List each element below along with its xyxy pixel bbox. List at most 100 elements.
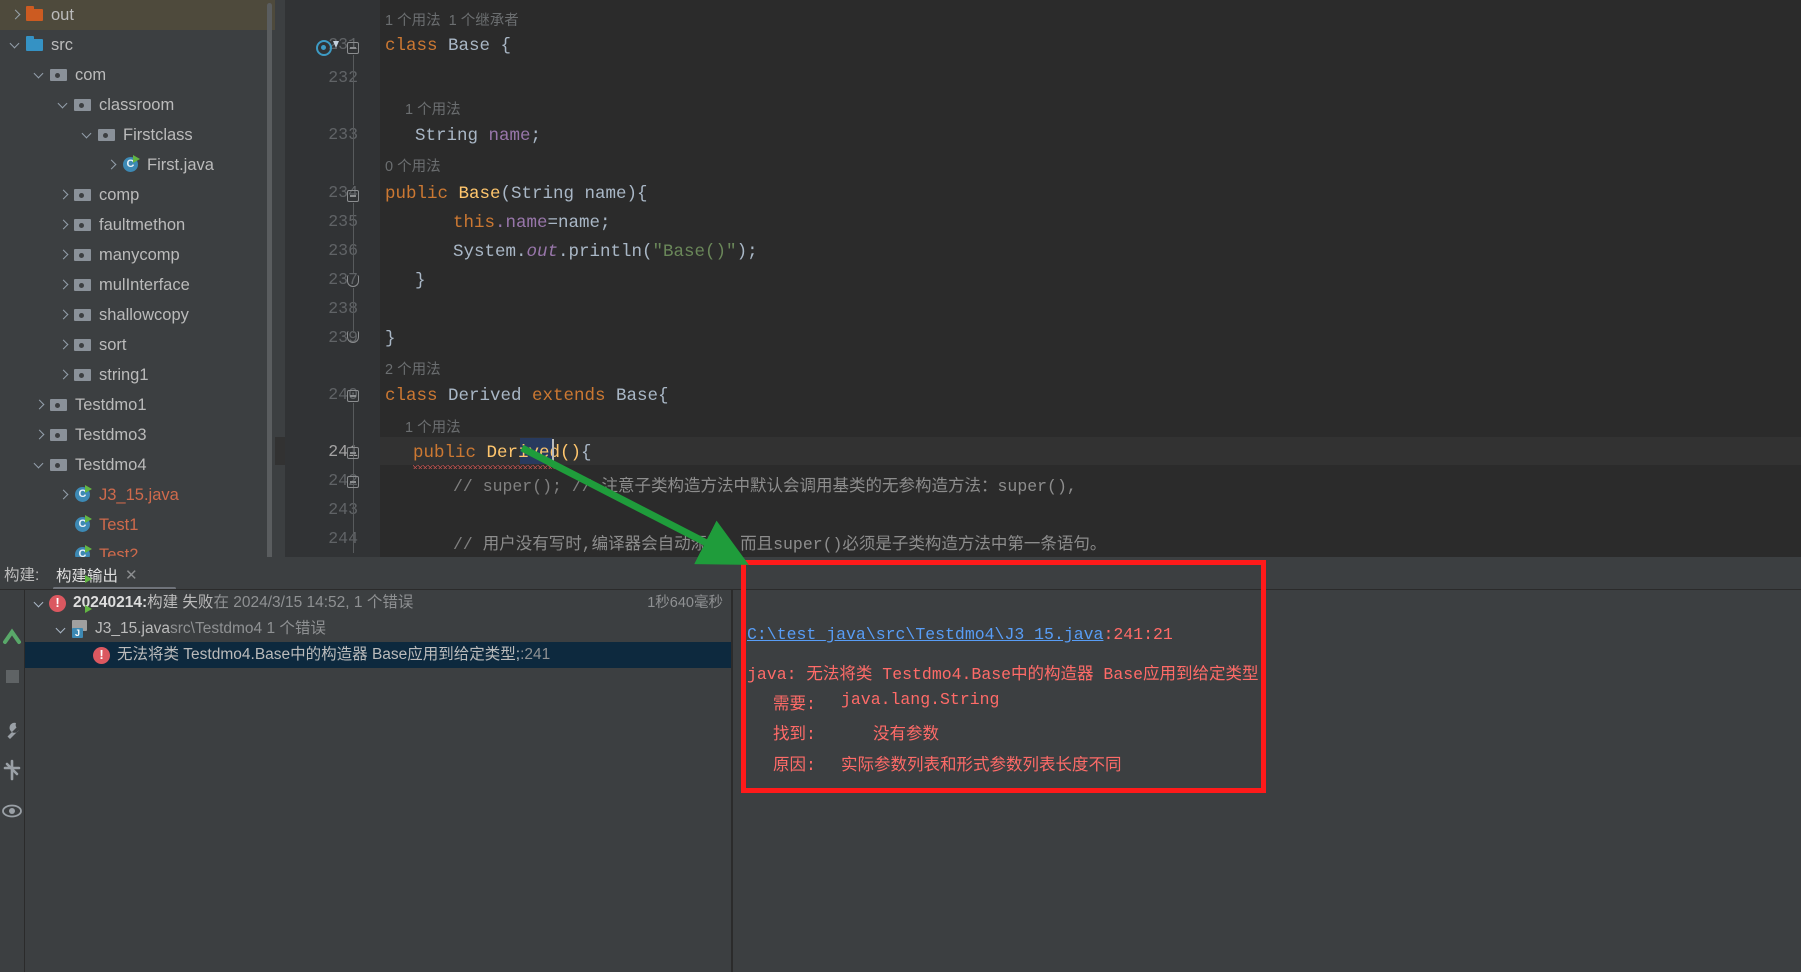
tree-item-com[interactable]: com bbox=[0, 60, 275, 90]
error-position: :241:21 bbox=[1103, 625, 1173, 644]
tree-item-out[interactable]: out bbox=[0, 0, 275, 30]
keyword-this: this bbox=[453, 213, 496, 233]
code-line-240[interactable]: class Derived extends Base{ bbox=[385, 386, 669, 406]
fold-region-line bbox=[353, 55, 354, 185]
chevron-right-icon[interactable] bbox=[56, 180, 73, 210]
chevron-down-icon[interactable] bbox=[8, 30, 25, 60]
tree-item-testdmo3[interactable]: Testdmo3 bbox=[0, 420, 275, 450]
fold-end-marker[interactable] bbox=[347, 331, 360, 344]
console-error-link-row[interactable]: C:\test_java\src\Testdmo4\J3_15.java:241… bbox=[747, 625, 1173, 644]
tree-item-first-java[interactable]: First.java bbox=[0, 150, 275, 180]
tree-item-src[interactable]: src bbox=[0, 30, 275, 60]
code-line-237[interactable]: } bbox=[415, 271, 426, 291]
class-name-derived: Derived bbox=[437, 386, 533, 406]
assignment: =name; bbox=[547, 213, 611, 233]
pin-icon[interactable] bbox=[0, 757, 25, 785]
chevron-right-icon[interactable] bbox=[32, 420, 49, 450]
code-line-235[interactable]: this.name=name; bbox=[453, 213, 611, 233]
tree-item-label: src bbox=[51, 36, 73, 54]
chevron-right-icon[interactable] bbox=[56, 360, 73, 390]
code-line-233[interactable]: String name; bbox=[415, 126, 541, 146]
code-line-242[interactable]: // super(); // 注意子类构造方法中默认会调用基类的无参构造方法：s… bbox=[453, 472, 1077, 496]
tree-item-j3-15-java[interactable]: J3_15.java bbox=[0, 480, 275, 510]
chevron-right-icon[interactable] bbox=[56, 210, 73, 240]
chevron-right-icon[interactable] bbox=[56, 300, 73, 330]
fold-marker[interactable] bbox=[347, 42, 360, 55]
chevron-right-icon[interactable] bbox=[56, 480, 73, 510]
tree-item-shallowcopy[interactable]: shallowcopy bbox=[0, 300, 275, 330]
constructor-params: (String name){ bbox=[500, 184, 648, 204]
file-path-link[interactable]: C:\test_java\src\Testdmo4\J3_15.java bbox=[747, 625, 1103, 644]
console-error-message: java: 无法将类 Testdmo4.Base中的构造器 Base应用到给定类… bbox=[747, 665, 1269, 684]
println-call: .println( bbox=[558, 242, 653, 262]
code-line-234[interactable]: public Base(String name){ bbox=[385, 184, 648, 204]
console-reason-value: 实际参数列表和形式参数列表长度不同 bbox=[841, 756, 1122, 775]
tree-item-testdmo4[interactable]: Testdmo4 bbox=[0, 450, 275, 480]
code-line-239[interactable]: } bbox=[385, 329, 396, 349]
build-tree-row[interactable]: J3_15.java src\Testdmo4 1 个错误 bbox=[25, 616, 731, 642]
build-side-toolbar[interactable] bbox=[0, 557, 25, 972]
build-row-detail: :241 bbox=[520, 646, 551, 663]
chevron-down-icon[interactable] bbox=[31, 590, 49, 616]
tree-item-sort[interactable]: sort bbox=[0, 330, 275, 360]
tree-item-string1[interactable]: string1 bbox=[0, 360, 275, 390]
wrench-icon[interactable] bbox=[0, 717, 25, 745]
tree-item-comp[interactable]: comp bbox=[0, 180, 275, 210]
call-end: ); bbox=[736, 242, 758, 262]
tab-build-output[interactable]: 构建输出 ✕ bbox=[50, 561, 144, 589]
keyword-class: class bbox=[385, 386, 438, 406]
tree-item-manycomp[interactable]: manycomp bbox=[0, 240, 275, 270]
fold-marker[interactable] bbox=[347, 447, 360, 460]
comment-text: 注意子类构造方法中默认会调用基类的无参构造方法：super(), bbox=[601, 477, 1077, 496]
chevron-down-icon[interactable] bbox=[32, 60, 49, 90]
comment-code: // super(); // bbox=[453, 477, 602, 496]
tree-item-classroom[interactable]: classroom bbox=[0, 90, 275, 120]
tree-item-label: shallowcopy bbox=[99, 306, 189, 324]
fold-marker[interactable] bbox=[347, 390, 360, 403]
chevron-right-icon[interactable] bbox=[8, 0, 25, 30]
fold-marker[interactable] bbox=[347, 190, 360, 203]
code-line-236[interactable]: System.out.println("Base()"); bbox=[453, 242, 758, 262]
bookmark-icon[interactable] bbox=[316, 40, 332, 56]
stop-icon[interactable] bbox=[0, 662, 25, 690]
tree-item-faultmethon[interactable]: faultmethon bbox=[0, 210, 275, 240]
chevron-down-icon[interactable] bbox=[56, 90, 73, 120]
build-tool-window: 构建: 构建输出 ✕ 20240214: 构建 失败 在 2024/3/15 1… bbox=[0, 557, 1801, 972]
chevron-right-icon[interactable] bbox=[56, 270, 73, 300]
project-tree-panel[interactable]: out srccom classroom Firstclass First.java co… bbox=[0, 0, 275, 636]
run-icon[interactable] bbox=[0, 622, 25, 650]
chevron-right-icon[interactable] bbox=[104, 150, 121, 180]
tree-item-firstclass[interactable]: Firstclass bbox=[0, 120, 275, 150]
tree-item-test1[interactable]: Test1 bbox=[0, 510, 275, 540]
chevron-right-icon[interactable] bbox=[32, 390, 49, 420]
implementation-arrow-icon[interactable] bbox=[333, 41, 339, 48]
fold-marker[interactable] bbox=[347, 476, 360, 489]
package-icon bbox=[49, 390, 70, 420]
code-line-241[interactable]: public Derived(){ bbox=[413, 443, 592, 463]
keyword-public: public bbox=[385, 184, 449, 204]
chevron-right-icon[interactable] bbox=[56, 240, 73, 270]
tree-item-testdmo1[interactable]: Testdmo1 bbox=[0, 390, 275, 420]
build-result-tree[interactable]: 20240214: 构建 失败 在 2024/3/15 14:52, 1 个错误… bbox=[25, 590, 731, 972]
project-tree-scrollbar[interactable] bbox=[267, 3, 272, 563]
inlay-hint-usages: 2 个用法 bbox=[385, 362, 441, 378]
code-editor[interactable]: 231 232 233 234 235 236 237 238 239 240 … bbox=[275, 0, 1801, 557]
build-tree-row[interactable]: 20240214: 构建 失败 在 2024/3/15 14:52, 1 个错误… bbox=[25, 590, 731, 616]
close-icon[interactable]: ✕ bbox=[125, 566, 138, 584]
tree-item-label: com bbox=[75, 66, 107, 84]
build-window-label: 构建: bbox=[4, 567, 40, 584]
fold-end-marker[interactable] bbox=[347, 275, 360, 288]
code-line-231[interactable]: class Base { bbox=[385, 36, 511, 56]
build-row-detail: 在 2024/3/15 14:52, 1 个错误 bbox=[213, 594, 414, 611]
chevron-down-icon[interactable] bbox=[32, 450, 49, 480]
chevron-down-icon[interactable] bbox=[80, 120, 97, 150]
tree-item-mulinterface[interactable]: mulInterface bbox=[0, 270, 275, 300]
chevron-down-icon[interactable] bbox=[53, 616, 71, 642]
code-line-244[interactable]: // 用户没有写时,编译器会自动添加，而且super()必须是子类构造方法中第一… bbox=[453, 530, 1106, 554]
editor-gutter[interactable]: 231 232 233 234 235 236 237 238 239 240 … bbox=[285, 0, 380, 557]
build-tree-row[interactable]: 无法将类 Testdmo4.Base中的构造器 Base应用到给定类型; :24… bbox=[25, 642, 731, 668]
build-console-output[interactable]: C:\test_java\src\Testdmo4\J3_15.java:241… bbox=[733, 590, 1801, 972]
run-marker-icon bbox=[85, 485, 92, 493]
chevron-right-icon[interactable] bbox=[56, 330, 73, 360]
eye-icon[interactable] bbox=[0, 797, 25, 825]
